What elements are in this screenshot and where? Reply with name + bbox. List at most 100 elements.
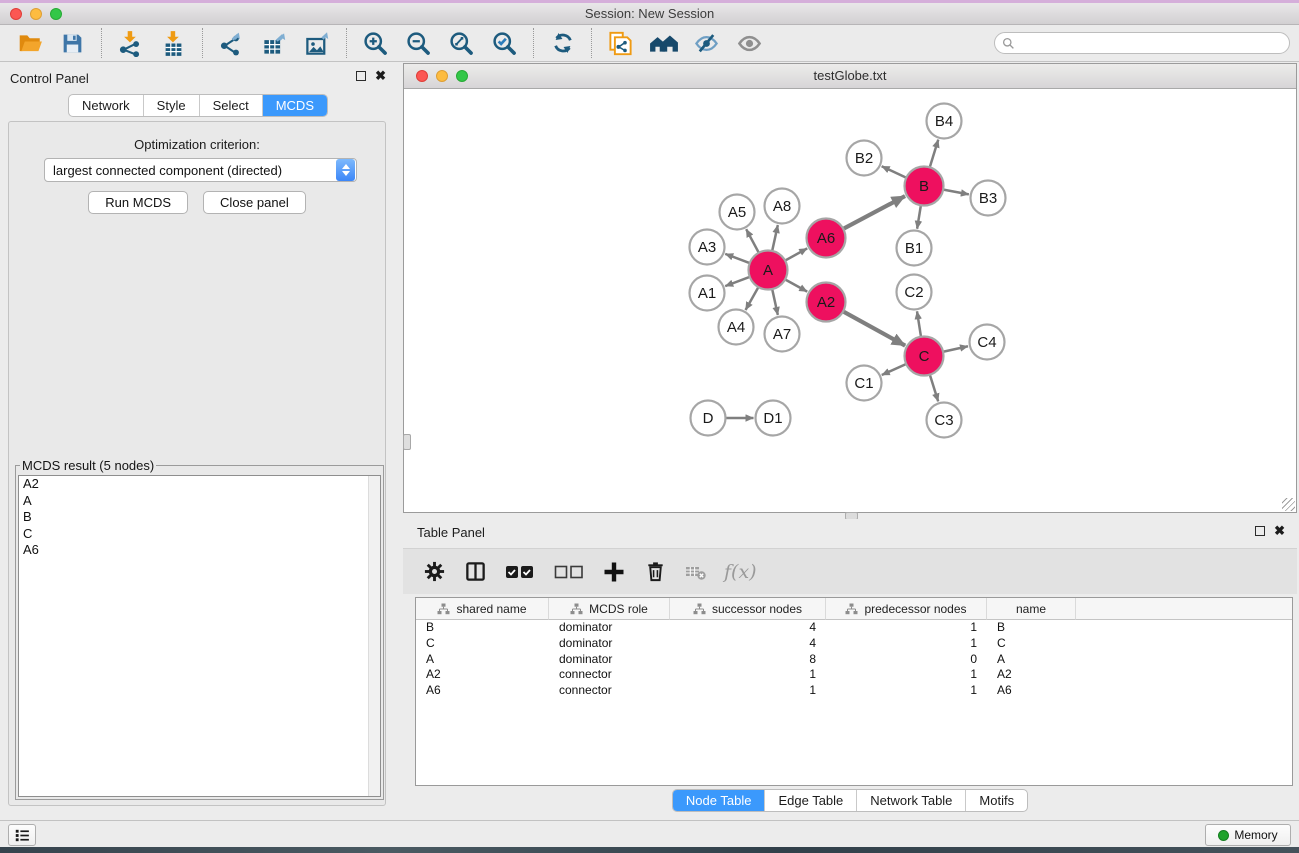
table-cell[interactable]: 4	[670, 636, 826, 652]
table-cell[interactable]: A6	[416, 683, 549, 699]
mcds-result-item[interactable]: A6	[19, 542, 380, 559]
table-cell[interactable]: A6	[987, 683, 1076, 699]
graph-node-D[interactable]: D	[691, 401, 726, 436]
table-cell[interactable]: 1	[826, 667, 987, 683]
split-panel-button[interactable]	[462, 559, 488, 585]
table-cell[interactable]: 1	[826, 636, 987, 652]
table-cell[interactable]: 8	[670, 652, 826, 668]
graph-node-C4[interactable]: C4	[970, 325, 1005, 360]
export-network-button[interactable]	[210, 27, 253, 60]
tab-style[interactable]: Style	[143, 95, 199, 116]
export-image-button[interactable]	[296, 27, 339, 60]
clone-network-button[interactable]	[599, 27, 642, 60]
table-cell[interactable]: connector	[549, 683, 670, 699]
column-header-shared-name[interactable]: shared name	[416, 598, 549, 620]
run-mcds-button[interactable]: Run MCDS	[88, 191, 188, 214]
window-resize-grip[interactable]	[1282, 498, 1295, 511]
table-cell[interactable]: A2	[416, 667, 549, 683]
open-session-button[interactable]	[8, 27, 51, 60]
table-cell[interactable]: dominator	[549, 652, 670, 668]
graph-node-A[interactable]: A	[749, 251, 788, 290]
table-cell[interactable]: 1	[670, 683, 826, 699]
mcds-result-item[interactable]: C	[19, 526, 380, 543]
deselect-all-button[interactable]	[552, 559, 586, 585]
table-cell[interactable]: B	[416, 620, 549, 636]
table-cell[interactable]: A	[987, 652, 1076, 668]
graph-node-A6[interactable]: A6	[807, 219, 846, 258]
float-table-panel-icon[interactable]	[1255, 526, 1265, 536]
table-tab-node-table[interactable]: Node Table	[673, 790, 765, 811]
table-row[interactable]: Adominator80A	[416, 652, 1292, 668]
table-row[interactable]: A6connector11A6	[416, 683, 1292, 699]
home-button[interactable]	[642, 27, 685, 60]
search-input[interactable]	[1019, 34, 1289, 52]
zoom-selected-button[interactable]	[483, 27, 526, 60]
close-panel-icon[interactable]: ✖	[375, 71, 386, 81]
close-panel-button[interactable]: Close panel	[203, 191, 306, 214]
table-cell[interactable]: dominator	[549, 620, 670, 636]
graph-node-A5[interactable]: A5	[720, 195, 755, 230]
table-cell[interactable]: A2	[987, 667, 1076, 683]
list-scrollbar[interactable]	[368, 476, 380, 796]
select-all-button[interactable]	[503, 559, 537, 585]
graph-node-C1[interactable]: C1	[847, 366, 882, 401]
criterion-dropdown[interactable]: largest connected component (directed)	[44, 158, 357, 182]
table-cell[interactable]: C	[416, 636, 549, 652]
mcds-result-item[interactable]: B	[19, 509, 380, 526]
table-settings-button[interactable]	[421, 559, 447, 585]
import-table-button[interactable]	[152, 27, 195, 60]
zoom-window-button[interactable]	[50, 8, 62, 20]
table-cell[interactable]: 1	[826, 683, 987, 699]
graph-node-C3[interactable]: C3	[927, 403, 962, 438]
net-zoom-button[interactable]	[456, 70, 468, 82]
table-cell[interactable]: connector	[549, 667, 670, 683]
column-header-predecessor-nodes[interactable]: predecessor nodes	[826, 598, 987, 620]
column-header-successor-nodes[interactable]: successor nodes	[670, 598, 826, 620]
table-tab-motifs[interactable]: Motifs	[965, 790, 1027, 811]
table-tab-network-table[interactable]: Network Table	[856, 790, 965, 811]
table-row[interactable]: A2connector11A2	[416, 667, 1292, 683]
column-header-name[interactable]: name	[987, 598, 1076, 620]
float-panel-icon[interactable]	[356, 71, 366, 81]
graph-node-B1[interactable]: B1	[897, 231, 932, 266]
table-cell[interactable]: C	[987, 636, 1076, 652]
zoom-in-button[interactable]	[354, 27, 397, 60]
tab-select[interactable]: Select	[199, 95, 262, 116]
function-builder-button[interactable]: f(x)	[724, 561, 757, 583]
zoom-out-button[interactable]	[397, 27, 440, 60]
tab-mcds[interactable]: MCDS	[262, 95, 327, 116]
tab-network[interactable]: Network	[69, 95, 143, 116]
table-cell[interactable]: dominator	[549, 636, 670, 652]
graph-node-A7[interactable]: A7	[765, 317, 800, 352]
memory-status-button[interactable]: Memory	[1205, 824, 1291, 846]
minimize-window-button[interactable]	[30, 8, 42, 20]
close-window-button[interactable]	[10, 8, 22, 20]
graph-node-A2[interactable]: A2	[807, 283, 846, 322]
apply-layout-button[interactable]	[541, 27, 584, 60]
zoom-fit-button[interactable]	[440, 27, 483, 60]
splitter-grip[interactable]	[403, 434, 411, 450]
table-cell[interactable]: 0	[826, 652, 987, 668]
graph-node-B[interactable]: B	[905, 167, 944, 206]
export-table-button[interactable]	[253, 27, 296, 60]
net-minimize-button[interactable]	[436, 70, 448, 82]
graph-node-A1[interactable]: A1	[690, 276, 725, 311]
table-cell[interactable]: B	[987, 620, 1076, 636]
graph-node-B3[interactable]: B3	[971, 181, 1006, 216]
table-cell[interactable]: 4	[670, 620, 826, 636]
graph-node-C[interactable]: C	[905, 337, 944, 376]
delete-table-button[interactable]	[683, 559, 709, 585]
add-column-button[interactable]	[601, 559, 627, 585]
network-canvas[interactable]: B4B2BB3A5A8A6B1A3AC2A1A2A4A7C4CC1C3DD1	[404, 89, 1296, 512]
network-graph[interactable]: B4B2BB3A5A8A6B1A3AC2A1A2A4A7C4CC1C3DD1	[404, 89, 1296, 512]
table-row[interactable]: Cdominator41C	[416, 636, 1292, 652]
table-cell[interactable]: 1	[670, 667, 826, 683]
table-tab-edge-table[interactable]: Edge Table	[764, 790, 856, 811]
graph-node-B4[interactable]: B4	[927, 104, 962, 139]
net-close-button[interactable]	[416, 70, 428, 82]
save-session-button[interactable]	[51, 27, 94, 60]
graph-node-D1[interactable]: D1	[756, 401, 791, 436]
graph-node-B2[interactable]: B2	[847, 141, 882, 176]
table-cell[interactable]: 1	[826, 620, 987, 636]
mcds-result-item[interactable]: A	[19, 493, 380, 510]
